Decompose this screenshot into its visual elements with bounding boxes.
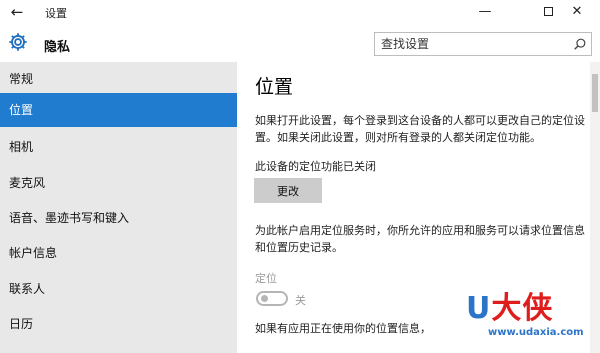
sidebar-item-camera[interactable]: 相机 xyxy=(0,130,237,164)
change-button[interactable]: 更改 xyxy=(254,178,322,203)
watermark-letter: U xyxy=(466,291,492,326)
sidebar-item-account-info[interactable]: 帐户信息 xyxy=(0,236,237,270)
toggle-knob xyxy=(261,295,268,302)
location-toggle[interactable] xyxy=(256,291,288,306)
close-button[interactable]: ✕ xyxy=(554,0,600,24)
watermark-logo-text: U大侠 xyxy=(466,283,553,327)
service-description: 为此帐户启用定位服务时，你所允许的应用和服务可以请求位置信息和位置历史记录。 xyxy=(255,224,585,254)
sidebar-item-contacts[interactable]: 联系人 xyxy=(0,272,237,306)
watermark-chars: 大侠 xyxy=(491,291,554,326)
back-arrow-icon[interactable]: ← xyxy=(8,3,26,21)
sidebar-item-general[interactable]: 常规 xyxy=(0,62,237,96)
sidebar-item-speech-inking-typing[interactable]: 语音、墨迹书写和键入 xyxy=(0,201,237,235)
section-heading: 位置 xyxy=(255,76,294,98)
minimize-button[interactable]: — xyxy=(462,0,508,24)
search-icon[interactable] xyxy=(573,37,587,51)
maximize-icon xyxy=(543,7,553,16)
location-description: 如果打开此设置，每个登录到这台设备的人都可以更改自己的定位设置。如果关闭此设置，… xyxy=(255,114,585,144)
sidebar: 常规 位置 相机 麦克风 语音、墨迹书写和键入 帐户信息 联系人 日历 xyxy=(0,62,237,353)
gear-icon xyxy=(9,33,27,51)
window-title: 设置 xyxy=(45,7,67,20)
location-toggle-label: 定位 xyxy=(255,272,277,285)
search-box[interactable] xyxy=(374,32,592,56)
scrollbar-thumb[interactable] xyxy=(592,74,598,112)
sidebar-item-microphone[interactable]: 麦克风 xyxy=(0,166,237,200)
title-bar: ← 设置 — ✕ xyxy=(0,0,600,24)
device-location-status: 此设备的定位功能已关闭 xyxy=(255,160,376,173)
watermark-site: www.udaxia.com xyxy=(488,327,584,338)
search-input[interactable] xyxy=(381,35,561,53)
page-title: 隐私 xyxy=(44,40,71,55)
toggle-state-label: 关 xyxy=(295,294,306,307)
header: 隐私 xyxy=(0,24,600,62)
sidebar-item-location[interactable]: 位置 xyxy=(0,93,237,127)
udaxia-watermark-logo: U大侠 www.udaxia.com xyxy=(466,283,596,349)
sidebar-item-calendar[interactable]: 日历 xyxy=(0,307,237,341)
